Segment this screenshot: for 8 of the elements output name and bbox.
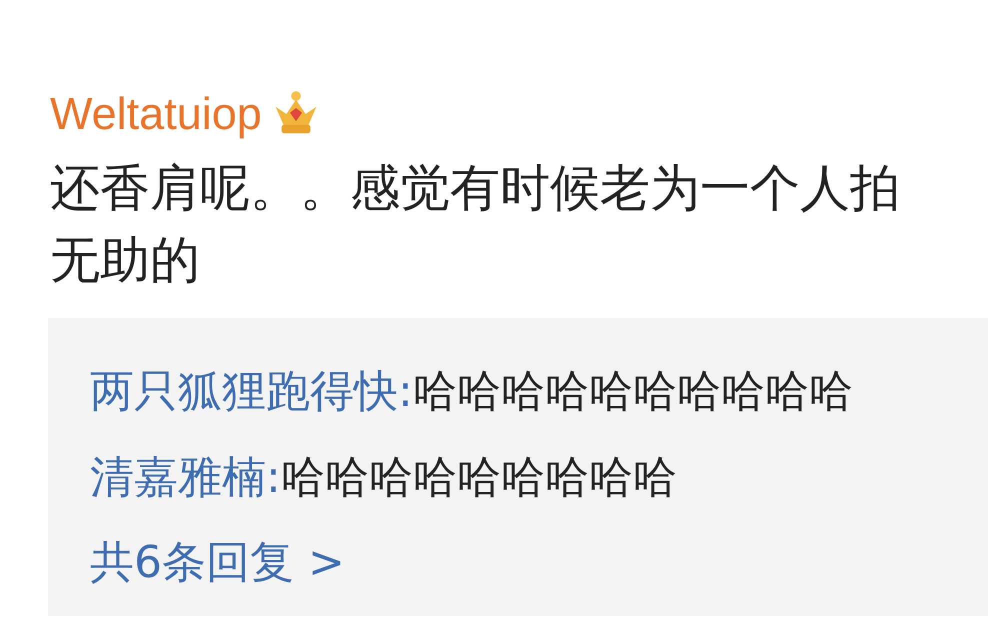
- reply-text: 哈哈哈哈哈哈哈哈哈: [280, 450, 677, 504]
- reply-author[interactable]: 两只狐狸跑得快:: [90, 362, 413, 420]
- reply-author[interactable]: 清嘉雅楠:: [90, 448, 281, 506]
- more-replies-link[interactable]: 共6条回复 >: [90, 520, 988, 606]
- author-name[interactable]: Weltatuiop: [50, 88, 262, 140]
- comment-text: 无助的: [50, 230, 201, 291]
- comment-text: 还香肩呢。。感觉有时候老为一个人拍: [50, 158, 901, 219]
- reply-text: 哈哈哈哈哈哈哈哈哈哈: [412, 364, 853, 418]
